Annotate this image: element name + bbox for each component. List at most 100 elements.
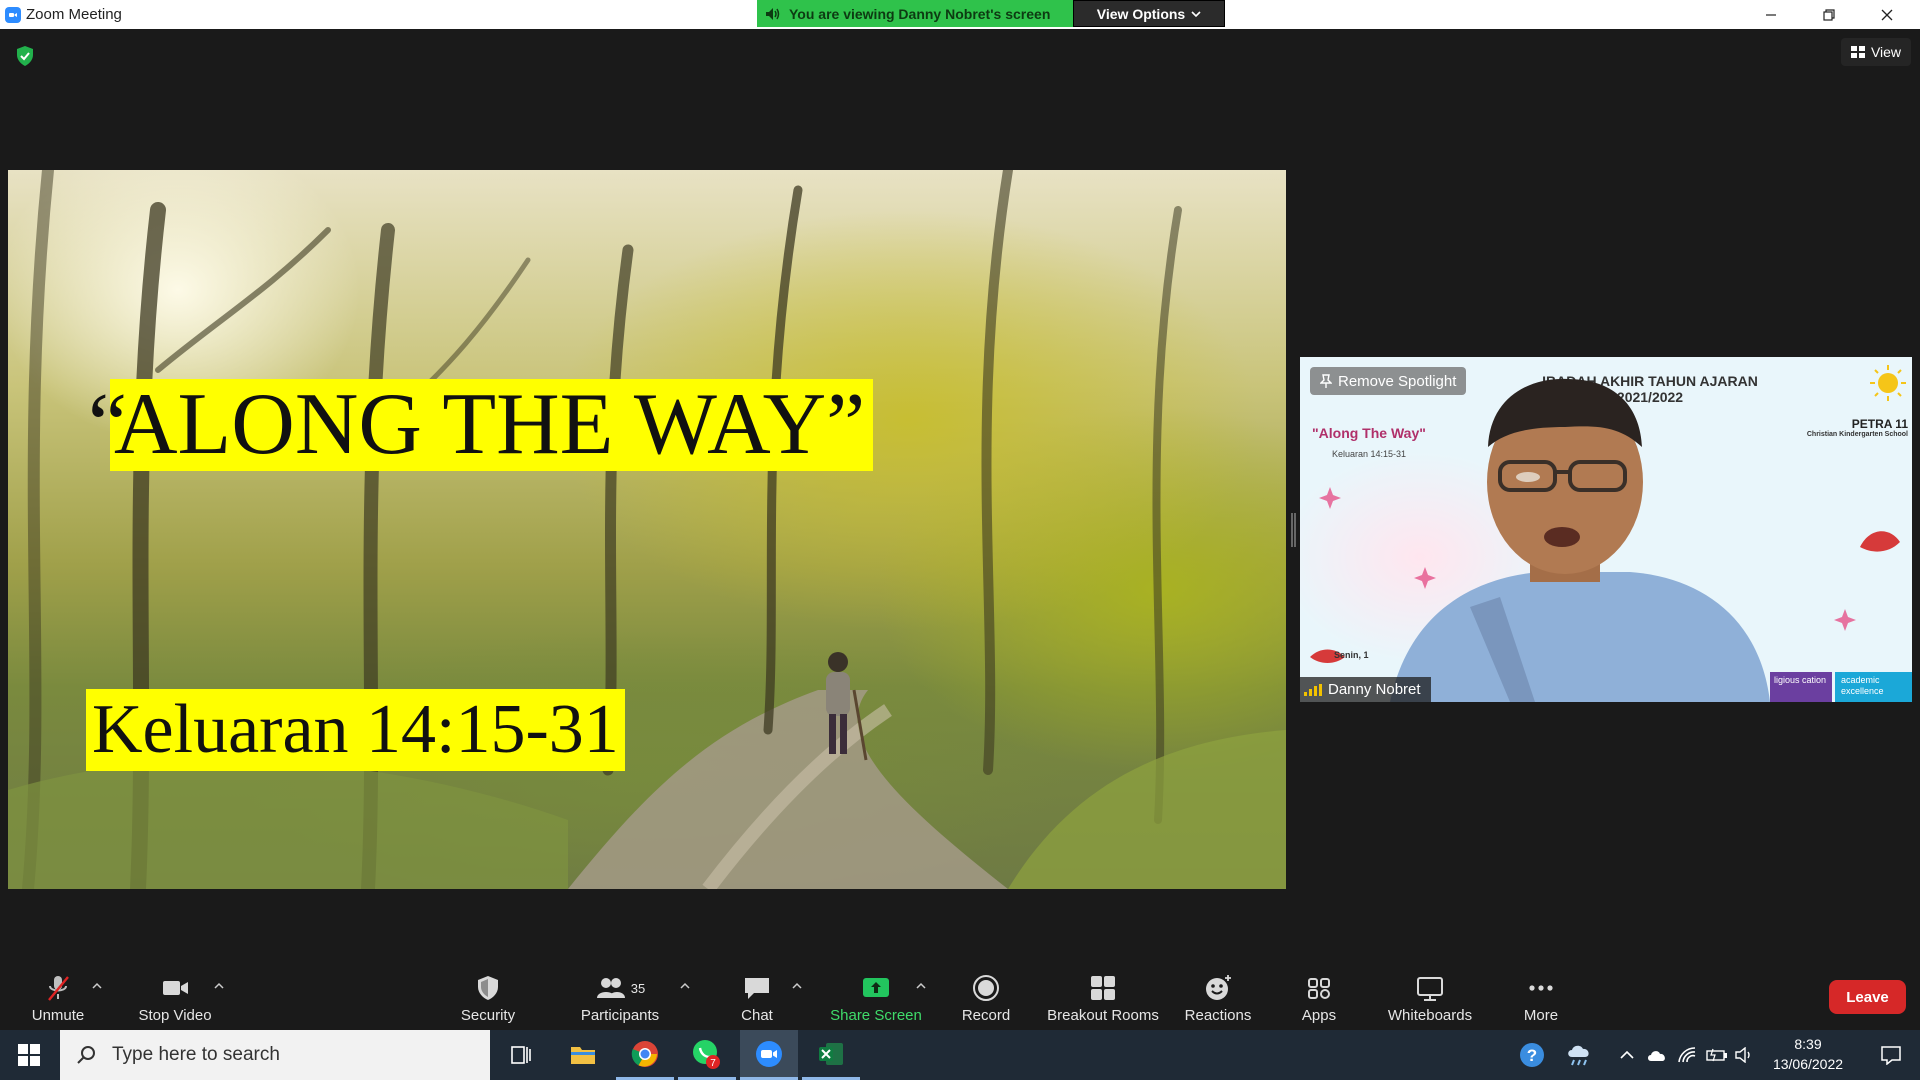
encryption-shield-icon[interactable] (15, 45, 35, 67)
task-view-icon (511, 1046, 531, 1064)
speaker-video-tile[interactable]: IBADAH AKHIR TAHUN AJARAN 2021/2022 PETR… (1300, 357, 1912, 702)
notifications-button[interactable] (1866, 1030, 1916, 1080)
speaker-bg-tag-academic: academic excellence (1835, 672, 1912, 702)
apps-label: Apps (1301, 1007, 1337, 1024)
more-label: More (1523, 1007, 1559, 1024)
forest-path-illustration (8, 170, 1286, 889)
folder-icon (571, 1047, 595, 1064)
unmute-button[interactable]: Unmute (20, 969, 96, 1030)
more-dots-icon (1529, 985, 1553, 991)
restore-button[interactable] (1800, 0, 1858, 29)
zoom-app-icon (5, 7, 21, 23)
minimize-button[interactable] (1742, 0, 1800, 29)
view-options-button[interactable]: View Options (1073, 0, 1225, 27)
slide-title-text: ALONG THE WAY” (114, 376, 866, 473)
participants-count: 35 (630, 980, 646, 996)
reactions-label: Reactions (1184, 1007, 1252, 1024)
windows-logo-icon (18, 1044, 40, 1066)
volume-tray-icon[interactable] (1732, 1030, 1758, 1080)
share-screen-caret-icon[interactable] (914, 979, 928, 993)
whatsapp-taskbar-item[interactable]: 7 (678, 1030, 736, 1080)
breakout-rooms-label: Breakout Rooms (1047, 1007, 1159, 1024)
breakout-rooms-button[interactable]: Breakout Rooms (1044, 969, 1162, 1030)
leave-button[interactable]: Leave (1829, 980, 1906, 1014)
speaker-person (1310, 378, 1900, 702)
weather-tray-icon[interactable] (1560, 1030, 1600, 1080)
share-screen-icon (863, 978, 889, 997)
unmute-label: Unmute (31, 1007, 85, 1024)
chat-bubble-icon (745, 978, 769, 999)
record-icon (973, 975, 999, 1001)
meeting-toolbar: Unmute Stop Video Security 35 Participan… (0, 969, 1920, 1030)
view-options-label: View Options (1096, 5, 1186, 22)
audio-options-caret-icon[interactable] (90, 979, 104, 993)
share-screen-label: Share Screen (830, 1007, 922, 1024)
participants-button[interactable]: 35 Participants (572, 969, 668, 1030)
panel-resize-handle[interactable] (1291, 513, 1296, 547)
chevron-down-icon (1191, 10, 1201, 17)
video-options-caret-icon[interactable] (212, 979, 226, 993)
chat-label: Chat (741, 1007, 773, 1024)
video-camera-icon (163, 981, 188, 995)
close-icon (1881, 9, 1893, 20)
close-button[interactable] (1858, 0, 1916, 29)
minimize-icon (1766, 13, 1776, 16)
slide-title-open-quote: “ (88, 376, 128, 473)
start-button[interactable] (0, 1030, 58, 1080)
show-hidden-icons-button[interactable] (1614, 1030, 1640, 1080)
remove-spotlight-button[interactable]: Remove Spotlight (1310, 367, 1467, 395)
breakout-rooms-icon (1091, 976, 1115, 1000)
more-button[interactable]: More (1516, 969, 1566, 1030)
excel-taskbar-item[interactable] (802, 1030, 860, 1080)
title-bar: Zoom Meeting You are viewing Danny Nobre… (0, 0, 1920, 29)
chat-button[interactable]: Chat (730, 969, 784, 1030)
taskbar-search-box[interactable]: Type here to search (60, 1030, 490, 1080)
participants-caret-icon[interactable] (678, 979, 692, 993)
network-tray-icon[interactable] (1674, 1030, 1700, 1080)
meeting-area: View “ ALONG THE WAY” Keluaran 14:15-31 … (0, 29, 1920, 969)
participants-label: Participants (580, 1007, 660, 1024)
view-button[interactable]: View (1841, 38, 1911, 66)
slide-title: “ ALONG THE WAY” (88, 376, 874, 473)
shared-screen[interactable]: “ ALONG THE WAY” Keluaran 14:15-31 (8, 170, 1286, 889)
taskbar-clock[interactable]: 8:39 13/06/2022 (1760, 1034, 1856, 1074)
stop-video-button[interactable]: Stop Video (128, 969, 222, 1030)
pin-icon (1320, 374, 1332, 388)
file-explorer-taskbar-item[interactable] (554, 1030, 612, 1080)
reactions-button[interactable]: Reactions (1180, 969, 1256, 1030)
chat-caret-icon[interactable] (790, 979, 804, 993)
clock-date: 13/06/2022 (1772, 1056, 1844, 1072)
security-button[interactable]: Security (452, 969, 524, 1030)
svg-text:?: ? (1527, 1046, 1537, 1065)
search-icon (77, 1046, 95, 1064)
apps-button[interactable]: Apps (1294, 969, 1344, 1030)
help-tray-icon[interactable]: ? (1512, 1030, 1552, 1080)
whatsapp-badge: 7 (710, 1058, 716, 1069)
view-button-label: View (1870, 44, 1902, 60)
onedrive-tray-icon[interactable] (1644, 1030, 1670, 1080)
record-button[interactable]: Record (956, 969, 1016, 1030)
whiteboards-button[interactable]: Whiteboards (1382, 969, 1478, 1030)
apps-icon (1308, 978, 1330, 999)
grid-view-icon (1850, 46, 1865, 58)
speaker-name: Danny Nobret (1328, 681, 1421, 698)
battery-tray-icon[interactable] (1704, 1030, 1730, 1080)
remove-spotlight-label: Remove Spotlight (1338, 372, 1457, 390)
task-view-button[interactable] (492, 1030, 550, 1080)
speaker-name-label: Danny Nobret (1300, 677, 1431, 702)
viewing-screen-banner: You are viewing Danny Nobret's screen (757, 0, 1073, 27)
whatsapp-icon: 7 (693, 1039, 720, 1069)
chrome-taskbar-item[interactable] (616, 1030, 674, 1080)
microphone-muted-icon (48, 976, 69, 1001)
window-title: Zoom Meeting (26, 6, 122, 23)
zoom-taskbar-item[interactable] (740, 1030, 798, 1080)
whiteboards-label: Whiteboards (1387, 1007, 1473, 1024)
share-screen-button[interactable]: Share Screen (826, 969, 926, 1030)
speaker-bg-tag-religious: ligious cation (1770, 672, 1832, 702)
chrome-icon (631, 1040, 658, 1067)
stop-video-label: Stop Video (138, 1007, 212, 1024)
viewing-banner-text: You are viewing Danny Nobret's screen (789, 5, 1051, 22)
excel-icon (819, 1042, 843, 1065)
security-shield-icon (478, 976, 498, 1000)
clock-time: 8:39 (1794, 1036, 1822, 1052)
